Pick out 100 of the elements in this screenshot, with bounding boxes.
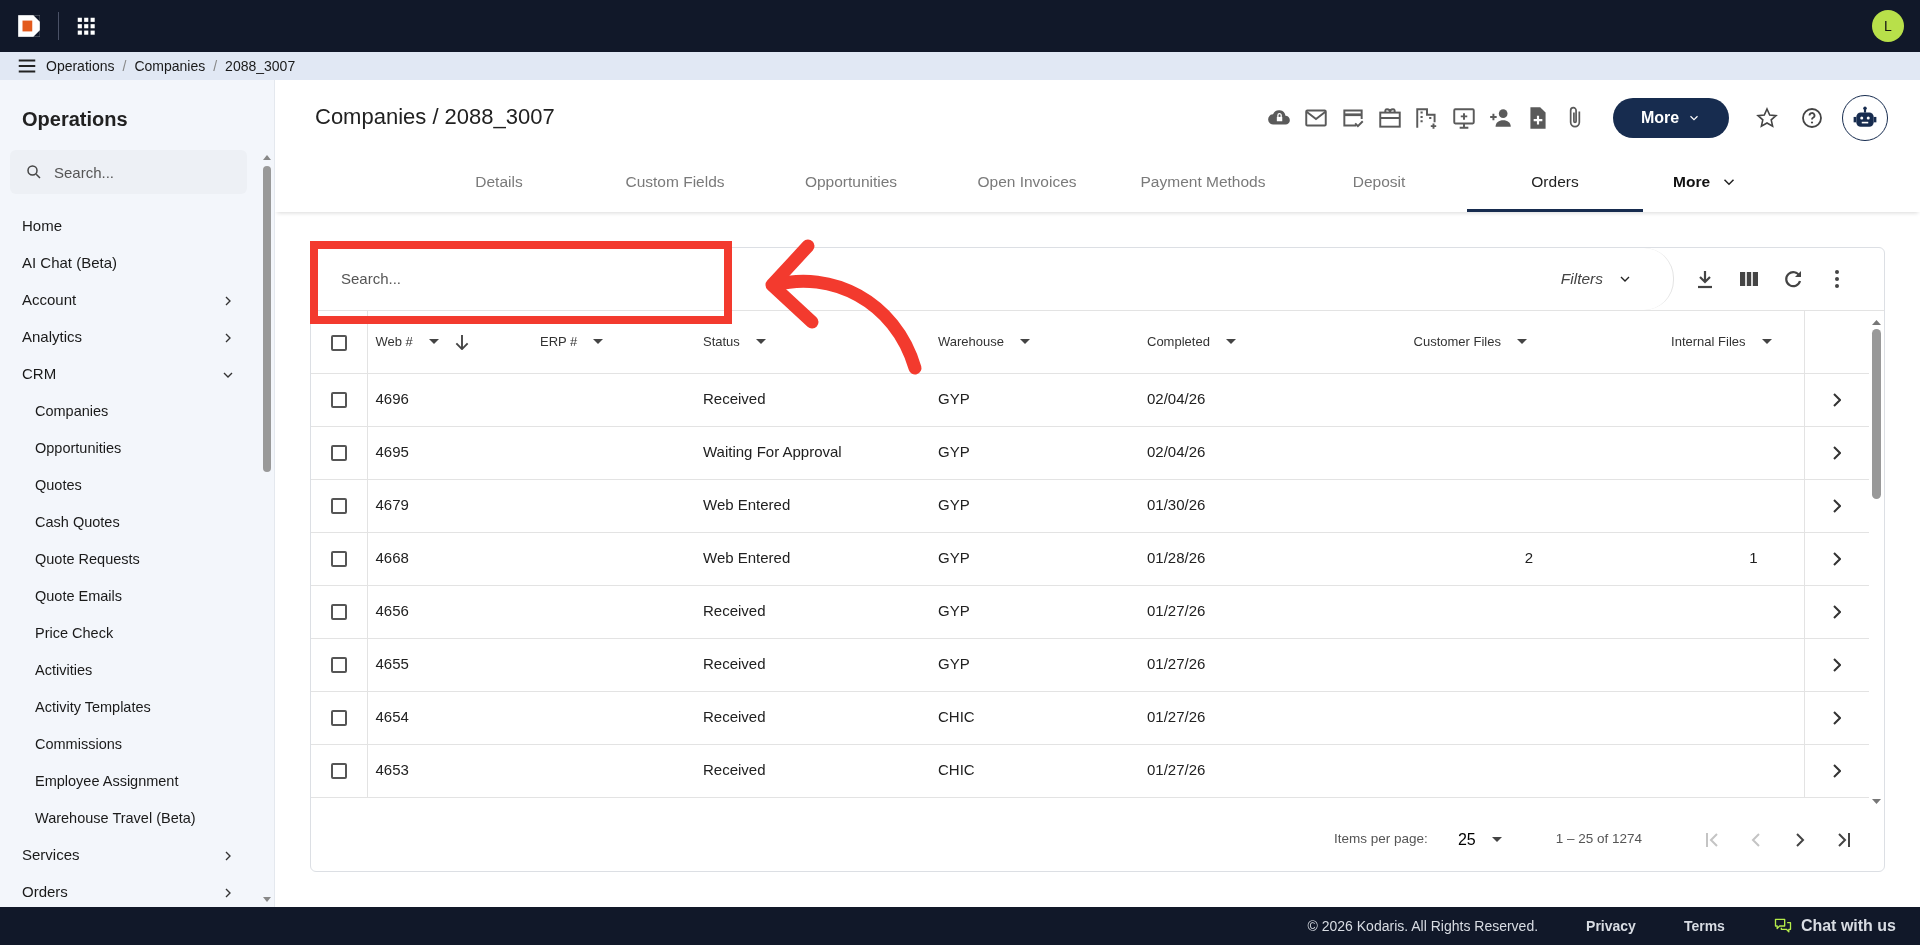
chevron-right-icon bbox=[1832, 604, 1841, 619]
table-cell: Received bbox=[703, 655, 766, 673]
table-cell: 02/04/26 bbox=[1147, 390, 1206, 408]
more-tab[interactable]: More bbox=[1643, 155, 1819, 212]
sidebar-item[interactable]: Quote Emails bbox=[0, 578, 274, 615]
column-header[interactable]: Completed bbox=[1147, 332, 1210, 352]
sidebar-item[interactable]: Activity Templates bbox=[0, 689, 274, 726]
table-cell: Waiting For Approval bbox=[703, 443, 842, 461]
sidebar-item[interactable]: Employee Assignment bbox=[0, 763, 274, 800]
footer-link[interactable]: Privacy bbox=[1586, 915, 1636, 937]
column-header[interactable]: ERP # bbox=[540, 332, 578, 352]
sidebar-item[interactable]: AI Chat (Beta) bbox=[0, 245, 274, 282]
table-cell: Received bbox=[703, 602, 766, 620]
page-range: 1 – 25 of 1274 bbox=[1555, 830, 1642, 849]
table-cell: GYP bbox=[938, 443, 970, 461]
avatar[interactable]: L bbox=[1872, 10, 1904, 42]
chevron-right-icon bbox=[1832, 498, 1841, 513]
table-cell: 4668 bbox=[375, 549, 409, 567]
sidebar-item[interactable]: Companies bbox=[0, 393, 274, 430]
sidebar-search-field[interactable]: Search... bbox=[10, 150, 247, 194]
column-header[interactable]: Status bbox=[703, 332, 740, 352]
more-button[interactable]: More bbox=[1613, 97, 1729, 138]
sidebar-item[interactable]: Cash Quotes bbox=[0, 504, 274, 541]
chevron-right-icon bbox=[1832, 710, 1841, 725]
sidebar-item[interactable]: Price Check bbox=[0, 615, 274, 652]
tab[interactable]: Opportunities bbox=[763, 155, 939, 212]
checkbox[interactable] bbox=[330, 334, 347, 351]
table-cell: 01/30/26 bbox=[1147, 496, 1206, 514]
search-icon bbox=[25, 163, 43, 181]
table-cell: 4679 bbox=[375, 496, 409, 514]
column-header[interactable]: Customer Files bbox=[1413, 332, 1501, 352]
caret-down-icon bbox=[1491, 837, 1502, 842]
breadcrumb-link[interactable]: 2088_3007 bbox=[225, 55, 296, 77]
sidebar-item[interactable]: Home bbox=[0, 208, 274, 245]
caret-down-icon[interactable] bbox=[593, 339, 604, 345]
sidebar-item[interactable]: Account bbox=[0, 282, 274, 319]
chevron-right-icon bbox=[1832, 657, 1841, 672]
tab[interactable]: Orders bbox=[1467, 155, 1643, 212]
checkbox[interactable] bbox=[330, 445, 347, 462]
sidebar-item[interactable]: Orders bbox=[0, 874, 274, 907]
column-header[interactable]: Warehouse bbox=[938, 332, 1004, 352]
more-vertical-icon bbox=[1835, 270, 1839, 288]
sidebar-item[interactable]: Services bbox=[0, 837, 274, 874]
table-cell: 02/04/26 bbox=[1147, 443, 1206, 461]
sidebar-item[interactable]: Quote Requests bbox=[0, 541, 274, 578]
caret-down-icon[interactable] bbox=[1020, 339, 1030, 345]
sidebar-item[interactable]: Analytics bbox=[0, 319, 274, 356]
breadcrumb-link[interactable]: Companies bbox=[134, 55, 206, 77]
page-size-dropdown[interactable]: 25 bbox=[1451, 826, 1508, 853]
caret-down-icon[interactable] bbox=[428, 339, 439, 345]
caret-down-icon[interactable] bbox=[1761, 339, 1772, 345]
table-cell: 4655 bbox=[375, 655, 409, 673]
table-cell: Web Entered bbox=[703, 549, 791, 567]
caret-down-icon[interactable] bbox=[1225, 339, 1236, 345]
column-header[interactable]: Web # bbox=[375, 332, 413, 352]
table-cell: 4654 bbox=[375, 708, 409, 726]
table-cell: 01/27/26 bbox=[1147, 708, 1206, 726]
table-cell: 4653 bbox=[375, 761, 409, 779]
chat-link[interactable]: Chat with us bbox=[1772, 914, 1896, 938]
sidebar-title: Operations bbox=[21, 107, 129, 132]
copyright-text: © 2026 Kodaris. All Rights Reserved. bbox=[1307, 916, 1539, 936]
logo-icon[interactable] bbox=[16, 13, 42, 39]
breadcrumb-link[interactable]: Operations bbox=[46, 55, 115, 77]
sidebar-item[interactable]: Quotes bbox=[0, 467, 274, 504]
table-cell: 4696 bbox=[375, 390, 409, 408]
sort-arrow-icon[interactable] bbox=[454, 333, 469, 350]
checkbox[interactable] bbox=[330, 551, 347, 568]
caret-down-icon[interactable] bbox=[1517, 339, 1527, 345]
table-cell: Web Entered bbox=[703, 496, 791, 514]
page-title: Companies / 2088_3007 bbox=[315, 104, 555, 131]
tab[interactable]: Custom Fields bbox=[587, 155, 763, 212]
checkbox[interactable] bbox=[330, 710, 347, 727]
checkbox[interactable] bbox=[330, 763, 347, 780]
table-cell: GYP bbox=[938, 602, 970, 620]
tab[interactable]: Details bbox=[411, 155, 587, 212]
table-cell: GYP bbox=[938, 496, 970, 514]
filters-button[interactable]: Filters bbox=[1540, 248, 1674, 310]
sidebar-item[interactable]: CRM bbox=[0, 356, 274, 393]
checkbox[interactable] bbox=[330, 498, 347, 515]
checkbox[interactable] bbox=[330, 604, 347, 621]
table-cell: 4695 bbox=[375, 443, 409, 461]
assistant-button[interactable] bbox=[1842, 94, 1888, 141]
table-cell: Received bbox=[703, 390, 766, 408]
table-cell: 01/28/26 bbox=[1147, 549, 1206, 567]
tab[interactable]: Open Invoices bbox=[939, 155, 1115, 212]
apps-grid-icon[interactable] bbox=[75, 15, 97, 37]
checkbox[interactable] bbox=[330, 392, 347, 409]
checkbox[interactable] bbox=[330, 657, 347, 674]
sidebar-item[interactable]: Activities bbox=[0, 652, 274, 689]
sidebar-item[interactable]: Opportunities bbox=[0, 430, 274, 467]
caret-down-icon[interactable] bbox=[755, 339, 766, 345]
tab[interactable]: Payment Methods bbox=[1115, 155, 1291, 212]
table-cell: Received bbox=[703, 708, 766, 726]
footer-link[interactable]: Terms bbox=[1683, 915, 1725, 937]
table-cell: 01/27/26 bbox=[1147, 602, 1206, 620]
sidebar-item[interactable]: Commissions bbox=[0, 726, 274, 763]
table-cell: CHIC bbox=[938, 708, 975, 726]
sidebar-item[interactable]: Warehouse Travel (Beta) bbox=[0, 800, 274, 837]
tab[interactable]: Deposit bbox=[1291, 155, 1467, 212]
column-header[interactable]: Internal Files bbox=[1671, 332, 1746, 352]
